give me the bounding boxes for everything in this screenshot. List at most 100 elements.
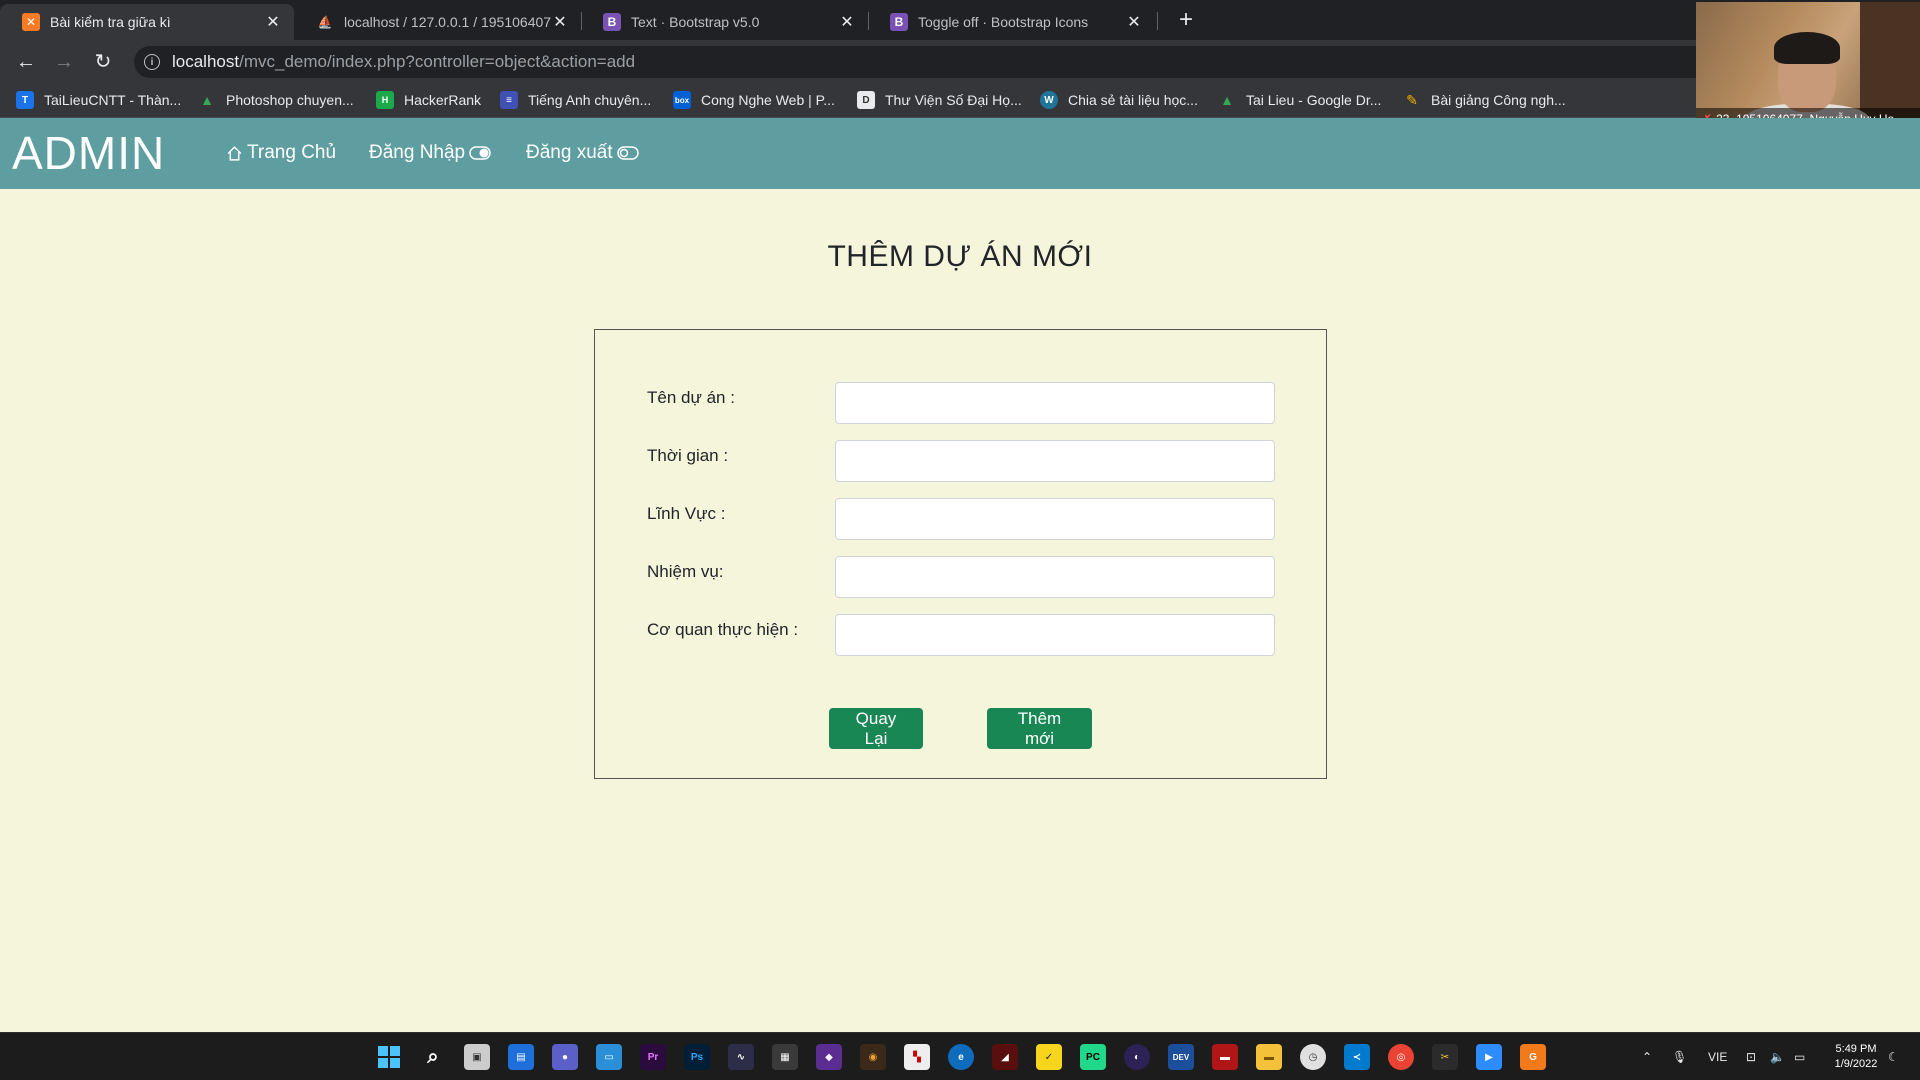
- close-tab-icon[interactable]: ✕: [264, 12, 282, 32]
- desktop-icon[interactable]: ▭: [596, 1044, 622, 1070]
- project-name-input[interactable]: [835, 382, 1275, 424]
- widgets-icon[interactable]: ▤: [508, 1044, 534, 1070]
- clock-app-icon[interactable]: ◉: [860, 1044, 886, 1070]
- tab-title: Text · Bootstrap v5.0: [631, 14, 760, 30]
- address-bar[interactable]: i localhost /mvc_demo/index.php?controll…: [134, 46, 1794, 78]
- monitor-icon[interactable]: ∿: [728, 1044, 754, 1070]
- zoom-icon[interactable]: ▶: [1476, 1044, 1502, 1070]
- premiere-icon[interactable]: Pr: [640, 1044, 666, 1070]
- nav-login-link[interactable]: Đăng Nhập: [369, 142, 495, 164]
- bookmark-item[interactable]: T TaiLieuCNTT - Thàn...: [16, 91, 181, 109]
- form-row: Nhiệm vụ:: [647, 556, 1277, 598]
- agency-input[interactable]: [835, 614, 1275, 656]
- page-title: THÊM DỰ ÁN MỚI: [827, 240, 1093, 273]
- url-path: /mvc_demo/index.php?controller=object&ac…: [239, 52, 636, 71]
- bookmark-item[interactable]: ≡ Tiếng Anh chuyên...: [500, 91, 651, 109]
- snipping-tool-icon[interactable]: ✂: [1432, 1044, 1458, 1070]
- nav-logout-label: Đăng xuất: [526, 142, 613, 163]
- bookmark-item[interactable]: box Cong Nghe Web | P...: [673, 91, 835, 109]
- photoshop-icon[interactable]: Ps: [684, 1044, 710, 1070]
- bookmark-item[interactable]: ✎ Bài giảng Công ngh...: [1403, 91, 1566, 109]
- bookmark-item[interactable]: W Chia sẻ tài liệu học...: [1040, 91, 1198, 109]
- red-app-icon[interactable]: ◢: [992, 1044, 1018, 1070]
- eclipse-icon[interactable]: ◐: [1124, 1044, 1150, 1070]
- brand-logo[interactable]: ADMIN: [12, 130, 165, 176]
- new-tab-button[interactable]: +: [1172, 6, 1200, 34]
- orange-app-icon[interactable]: G: [1520, 1044, 1546, 1070]
- bookmark-item[interactable]: ▲ Tai Lieu - Google Dr...: [1218, 91, 1381, 109]
- clock-time: 5:49 PM: [1835, 1043, 1877, 1055]
- task-label: Nhiệm vụ:: [647, 562, 724, 581]
- add-new-button[interactable]: Thêm mới: [987, 708, 1092, 749]
- wordpress-icon: W: [1040, 91, 1058, 109]
- close-tab-icon[interactable]: ✕: [551, 12, 569, 32]
- back-arrow-icon[interactable]: ←: [12, 48, 40, 76]
- pycharm-icon[interactable]: PC: [1080, 1044, 1106, 1070]
- windows-start-icon[interactable]: [376, 1044, 402, 1070]
- bookmark-label: HackerRank: [404, 92, 482, 108]
- nav-home-link[interactable]: Trang Chủ: [222, 142, 336, 164]
- close-tab-icon[interactable]: ✕: [1125, 12, 1143, 32]
- tab-separator: [1157, 12, 1158, 30]
- vscode-icon[interactable]: ≺: [1344, 1044, 1370, 1070]
- microphone-icon[interactable]: 🎙: [1672, 1033, 1687, 1080]
- task-input[interactable]: [835, 556, 1275, 598]
- bookmark-label: Bài giảng Công ngh...: [1431, 92, 1566, 108]
- time-input[interactable]: [835, 440, 1275, 482]
- d-icon: D: [857, 91, 875, 109]
- dev-cpp-icon[interactable]: DEV: [1168, 1044, 1194, 1070]
- notification-icon[interactable]: ☾: [1888, 1033, 1899, 1080]
- add-project-form: Tên dự án : Thời gian : Lĩnh Vực : Nhiệm…: [594, 329, 1327, 779]
- clock-icon[interactable]: ◷: [1300, 1044, 1326, 1070]
- form-row: Cơ quan thực hiện :: [647, 614, 1277, 656]
- teams-chat-icon[interactable]: ●: [552, 1044, 578, 1070]
- pencil-icon: ✎: [1406, 91, 1418, 108]
- bookmark-label: TaiLieuCNTT - Thàn...: [44, 92, 182, 108]
- battery-icon[interactable]: ▭: [1794, 1033, 1805, 1080]
- taskbar-clock[interactable]: 5:49 PM 1/9/2022: [1820, 1042, 1892, 1072]
- google-drive-icon: ▲: [200, 92, 214, 108]
- back-button[interactable]: Quay Lại: [829, 708, 923, 749]
- bookmark-label: Cong Nghe Web | P...: [701, 92, 835, 108]
- project-name-label: Tên dự án :: [647, 388, 735, 407]
- sticky-notes-icon[interactable]: ✓: [1036, 1044, 1062, 1070]
- toggle-on-icon: [469, 146, 491, 160]
- language-indicator[interactable]: VIE: [1708, 1033, 1727, 1080]
- tab-active[interactable]: ✕ Bài kiểm tra giữa kì ✕: [0, 4, 294, 40]
- bookmark-item[interactable]: D Thư Viện Số Đại Họ...: [857, 91, 1022, 109]
- field-label: Lĩnh Vực :: [647, 504, 726, 523]
- app-icon[interactable]: ▬: [1212, 1044, 1238, 1070]
- close-tab-icon[interactable]: ✕: [838, 12, 856, 32]
- bootstrap-icon: B: [890, 13, 908, 31]
- task-view-icon[interactable]: ▣: [464, 1044, 490, 1070]
- webcam-overlay: ✗23_1951064077_Nguyễn Huy Ho...: [1696, 2, 1920, 130]
- agency-label: Cơ quan thực hiện :: [647, 620, 799, 639]
- form-row: Tên dự án :: [647, 382, 1277, 424]
- tab-bootstrap-icons[interactable]: B Toggle off · Bootstrap Icons ✕: [868, 4, 1155, 40]
- nav-logout-link[interactable]: Đăng xuất: [526, 142, 643, 164]
- site-navbar: ADMIN Trang Chủ Đăng Nhập Đăng xuất: [0, 118, 1920, 189]
- visual-studio-icon[interactable]: ◆: [816, 1044, 842, 1070]
- grid-app-icon[interactable]: ▚: [904, 1044, 930, 1070]
- bookmark-item[interactable]: ▲ Photoshop chuyen...: [198, 91, 354, 109]
- box-icon: box: [673, 91, 691, 109]
- volume-icon[interactable]: 🔈: [1770, 1033, 1785, 1080]
- tray-chevron-icon[interactable]: ⌃: [1642, 1033, 1652, 1080]
- edge-icon[interactable]: e: [948, 1044, 974, 1070]
- search-icon[interactable]: ⌕: [420, 1044, 446, 1070]
- tab-phpmyadmin[interactable]: ⛵ localhost / 127.0.0.1 / 195106407 ✕: [294, 4, 581, 40]
- tab-bootstrap-text[interactable]: B Text · Bootstrap v5.0 ✕: [581, 4, 868, 40]
- bookmark-item[interactable]: H HackerRank: [376, 91, 481, 109]
- bookmark-label: Tai Lieu - Google Dr...: [1246, 92, 1382, 108]
- chrome-icon[interactable]: ◎: [1388, 1044, 1414, 1070]
- site-info-icon[interactable]: i: [144, 54, 160, 70]
- nav-login-label: Đăng Nhập: [369, 142, 466, 163]
- tab-title: Toggle off · Bootstrap Icons: [918, 14, 1089, 30]
- file-explorer-icon[interactable]: ▬: [1256, 1044, 1282, 1070]
- forward-arrow-icon[interactable]: →: [50, 48, 78, 76]
- network-icon[interactable]: ⊡: [1746, 1033, 1756, 1080]
- bootstrap-icon: B: [603, 13, 621, 31]
- screen-app-icon[interactable]: ▦: [772, 1044, 798, 1070]
- field-input[interactable]: [835, 498, 1275, 540]
- reload-icon[interactable]: ↻: [89, 48, 117, 76]
